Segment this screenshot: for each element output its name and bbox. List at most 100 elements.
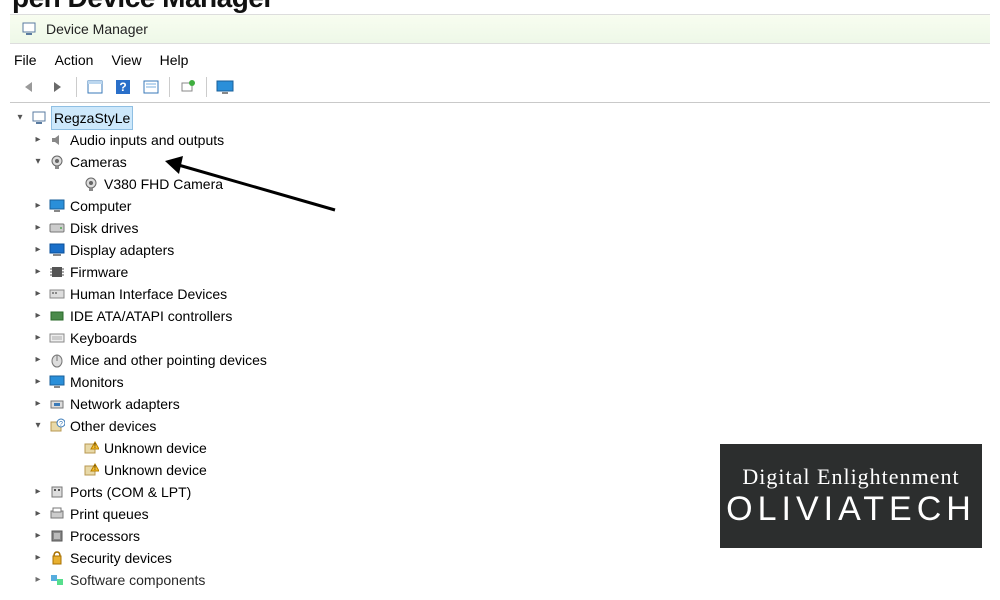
tree-node-label: Display adapters bbox=[70, 239, 174, 261]
tree-root-label: RegzaStyLe bbox=[52, 107, 132, 129]
window-title-bar: Device Manager bbox=[10, 14, 990, 44]
speaker-icon bbox=[48, 132, 66, 148]
menu-bar: File Action View Help bbox=[0, 44, 1000, 74]
tree-node-ide[interactable]: ▸ IDE ATA/ATAPI controllers bbox=[14, 305, 1000, 327]
chevron-right-icon[interactable]: ▸ bbox=[32, 195, 44, 217]
menu-help[interactable]: Help bbox=[160, 52, 189, 68]
show-hide-console-button[interactable] bbox=[83, 76, 107, 98]
toolbar-separator bbox=[169, 77, 170, 97]
window-title: Device Manager bbox=[46, 21, 148, 37]
tree-node-firmware[interactable]: ▸ Firmware bbox=[14, 261, 1000, 283]
tree-node-display[interactable]: ▸ Display adapters bbox=[14, 239, 1000, 261]
software-icon bbox=[48, 573, 66, 587]
properties-button[interactable] bbox=[139, 76, 163, 98]
chevron-right-icon[interactable]: ▸ bbox=[32, 547, 44, 569]
tree-node-label: Keyboards bbox=[70, 327, 137, 349]
computer-icon bbox=[48, 199, 66, 213]
svg-text:?: ? bbox=[59, 421, 63, 428]
menu-file[interactable]: File bbox=[14, 52, 37, 68]
chevron-down-icon[interactable]: ▾ bbox=[32, 415, 44, 437]
chevron-right-icon[interactable]: ▸ bbox=[32, 283, 44, 305]
cpu-icon bbox=[48, 528, 66, 544]
computer-root-icon bbox=[30, 110, 48, 126]
tree-node-monitors[interactable]: ▸ Monitors bbox=[14, 371, 1000, 393]
forward-button[interactable] bbox=[46, 76, 70, 98]
mouse-icon bbox=[48, 352, 66, 368]
toolbar: ? bbox=[10, 74, 990, 103]
ports-icon bbox=[48, 485, 66, 499]
svg-text:!: ! bbox=[94, 465, 96, 472]
tree-node-network[interactable]: ▸ Network adapters bbox=[14, 393, 1000, 415]
monitor-icon bbox=[48, 375, 66, 389]
chevron-right-icon[interactable]: ▸ bbox=[32, 129, 44, 151]
chevron-right-icon[interactable]: ▸ bbox=[32, 217, 44, 239]
svg-text:!: ! bbox=[94, 443, 96, 450]
hid-icon bbox=[48, 287, 66, 301]
tree-node-label: Mice and other pointing devices bbox=[70, 349, 267, 371]
other-devices-icon: ? bbox=[48, 418, 66, 434]
back-button[interactable] bbox=[18, 76, 42, 98]
chevron-right-icon[interactable]: ▸ bbox=[32, 239, 44, 261]
toolbar-separator bbox=[206, 77, 207, 97]
tree-node-label: Software components bbox=[70, 569, 205, 591]
chevron-down-icon[interactable]: ▾ bbox=[32, 151, 44, 173]
tree-root[interactable]: ▾ RegzaStyLe bbox=[14, 107, 1000, 129]
chip-icon bbox=[48, 264, 66, 280]
tree-node-disk[interactable]: ▸ Disk drives bbox=[14, 217, 1000, 239]
scan-hardware-button[interactable] bbox=[176, 76, 200, 98]
tree-node-cameras[interactable]: ▾ Cameras bbox=[14, 151, 1000, 173]
printer-icon bbox=[48, 507, 66, 521]
camera-icon bbox=[82, 176, 100, 192]
tree-node-label: Monitors bbox=[70, 371, 124, 393]
ide-icon bbox=[48, 309, 66, 323]
chevron-right-icon[interactable]: ▸ bbox=[32, 349, 44, 371]
watermark-line2: OLIVIATECH bbox=[726, 490, 976, 529]
chevron-right-icon[interactable]: ▸ bbox=[32, 525, 44, 547]
tree-node-label: Firmware bbox=[70, 261, 128, 283]
unknown-device-icon: ! bbox=[82, 462, 100, 478]
tree-node-label: Other devices bbox=[70, 415, 156, 437]
chevron-right-icon[interactable]: ▸ bbox=[32, 371, 44, 393]
tree-node-audio[interactable]: ▸ Audio inputs and outputs bbox=[14, 129, 1000, 151]
device-manager-icon bbox=[20, 21, 38, 37]
toolbar-separator bbox=[76, 77, 77, 97]
menu-view[interactable]: View bbox=[111, 52, 141, 68]
chevron-right-icon[interactable]: ▸ bbox=[32, 327, 44, 349]
display-adapter-icon bbox=[48, 243, 66, 257]
tree-node-label: Cameras bbox=[70, 151, 127, 173]
watermark-badge: Digital Enlightenment OLIVIATECH bbox=[720, 444, 982, 548]
tree-node-label: Print queues bbox=[70, 503, 149, 525]
tree-node-label: Computer bbox=[70, 195, 131, 217]
chevron-right-icon[interactable]: ▸ bbox=[32, 569, 44, 591]
tree-leaf-label: Unknown device bbox=[104, 437, 207, 459]
chevron-right-icon[interactable]: ▸ bbox=[32, 261, 44, 283]
network-icon bbox=[48, 397, 66, 411]
security-icon bbox=[48, 550, 66, 566]
tree-node-label: IDE ATA/ATAPI controllers bbox=[70, 305, 232, 327]
tree-leaf-label: Unknown device bbox=[104, 459, 207, 481]
tree-node-other[interactable]: ▾ ? Other devices bbox=[14, 415, 1000, 437]
tree-node-label: Security devices bbox=[70, 547, 172, 569]
chevron-right-icon[interactable]: ▸ bbox=[32, 305, 44, 327]
watermark-line1: Digital Enlightenment bbox=[742, 464, 959, 490]
help-button[interactable]: ? bbox=[111, 76, 135, 98]
monitor-button[interactable] bbox=[213, 76, 237, 98]
chevron-right-icon[interactable]: ▸ bbox=[32, 481, 44, 503]
page-heading: pen Device Manager bbox=[0, 0, 1000, 14]
tree-node-keyboards[interactable]: ▸ Keyboards bbox=[14, 327, 1000, 349]
disk-icon bbox=[48, 222, 66, 234]
tree-leaf-camera[interactable]: ▸ V380 FHD Camera bbox=[14, 173, 1000, 195]
tree-node-software[interactable]: ▸ Software components bbox=[14, 569, 1000, 591]
tree-node-security[interactable]: ▸ Security devices bbox=[14, 547, 1000, 569]
tree-node-label: Human Interface Devices bbox=[70, 283, 227, 305]
tree-node-mice[interactable]: ▸ Mice and other pointing devices bbox=[14, 349, 1000, 371]
tree-node-label: Audio inputs and outputs bbox=[70, 129, 224, 151]
tree-node-label: Network adapters bbox=[70, 393, 180, 415]
chevron-down-icon[interactable]: ▾ bbox=[14, 107, 26, 129]
tree-node-computer[interactable]: ▸ Computer bbox=[14, 195, 1000, 217]
tree-node-hid[interactable]: ▸ Human Interface Devices bbox=[14, 283, 1000, 305]
chevron-right-icon[interactable]: ▸ bbox=[32, 503, 44, 525]
keyboard-icon bbox=[48, 332, 66, 344]
menu-action[interactable]: Action bbox=[55, 52, 94, 68]
chevron-right-icon[interactable]: ▸ bbox=[32, 393, 44, 415]
